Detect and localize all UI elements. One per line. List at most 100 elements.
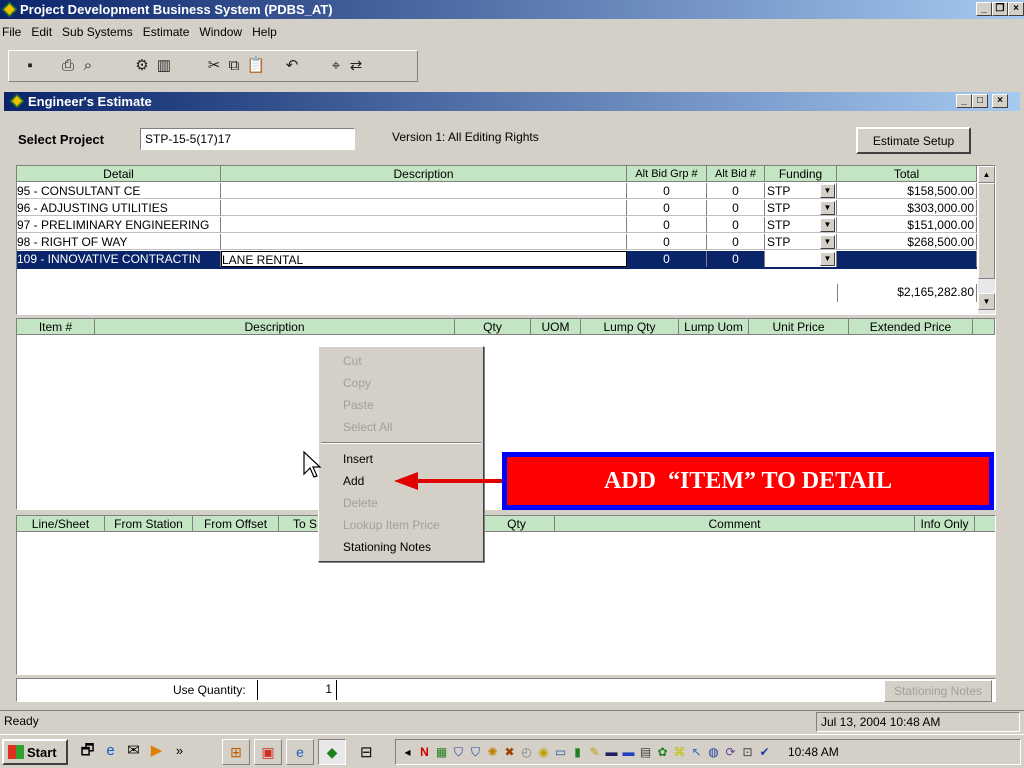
row-total[interactable]: $303,000.00 — [837, 200, 977, 216]
copy-icon[interactable]: ⧉ — [224, 56, 244, 76]
row-description[interactable]: LANE RENTAL — [221, 251, 627, 267]
header-description[interactable]: Description — [221, 166, 627, 182]
funding-dropdown-button[interactable]: ▼ — [820, 201, 835, 215]
internet-explorer-icon[interactable]: e — [103, 743, 118, 758]
web-icon[interactable]: ◍ — [706, 745, 721, 760]
header-comment[interactable]: Comment — [555, 516, 915, 532]
taskbar-app-2[interactable]: ▣ — [254, 739, 282, 765]
pointer-icon[interactable]: ↖ — [689, 745, 704, 760]
monitor-icon[interactable]: ▭ — [553, 745, 568, 760]
row-alt-grp[interactable]: 0 — [627, 251, 707, 267]
battery-icon[interactable]: ▮ — [570, 745, 585, 760]
estimate-minimize-button[interactable]: _ — [956, 94, 972, 108]
header-alt-bid-grp[interactable]: Alt Bid Grp # — [627, 166, 707, 182]
funding-dropdown-button[interactable]: ▼ — [820, 235, 835, 249]
table-row[interactable]: 96 - ADJUSTING UTILITIES 0 0 STP ▼ $303,… — [17, 200, 977, 217]
undo-icon[interactable]: ↶ — [282, 56, 302, 76]
menu-file[interactable]: File — [2, 25, 26, 39]
header-total[interactable]: Total — [837, 166, 977, 182]
menu-edit[interactable]: Edit — [26, 25, 57, 39]
menu-copy[interactable]: Copy — [319, 372, 483, 394]
outlook-icon[interactable]: ✉ — [126, 743, 141, 758]
menu-lookup-item-price[interactable]: Lookup Item Price — [319, 514, 483, 536]
row-alt-grp[interactable]: 0 — [627, 217, 707, 233]
update-icon[interactable]: ◉ — [536, 745, 551, 760]
row-alt-bid[interactable]: 0 — [707, 183, 765, 199]
header-from-offset[interactable]: From Offset — [193, 516, 279, 532]
row-total[interactable]: $268,500.00 — [837, 234, 977, 250]
save-icon[interactable]: ▪ — [20, 56, 40, 76]
header-lump-qty[interactable]: Lump Qty — [581, 319, 679, 335]
find-replace-icon[interactable]: ⇄ — [346, 56, 366, 76]
menu-select-all[interactable]: Select All — [319, 416, 483, 438]
cut-icon[interactable]: ✂ — [204, 56, 224, 76]
tools-icon[interactable]: ✖ — [502, 745, 517, 760]
header-info-only[interactable]: Info Only — [915, 516, 975, 532]
estimate-setup-button[interactable]: Estimate Setup — [856, 127, 971, 154]
mouse-icon[interactable]: ⌘ — [672, 745, 687, 760]
row-total[interactable]: $158,500.00 — [837, 183, 977, 199]
taskbar-app-pdbs[interactable]: ◆ — [318, 739, 346, 765]
calculator-icon[interactable]: ▤ — [638, 745, 653, 760]
stationing-notes-button[interactable]: Stationing Notes — [884, 680, 992, 702]
shield-icon[interactable]: ⛉ — [451, 745, 466, 760]
taskbar-app-3[interactable]: e — [286, 739, 314, 765]
taskbar-clock[interactable]: 10:48 AM — [788, 745, 839, 759]
sync-icon[interactable]: ⟳ — [723, 745, 738, 760]
table-row[interactable]: 95 - CONSULTANT CE 0 0 STP ▼ $158,500.00 — [17, 183, 977, 200]
scroll-thumb[interactable] — [978, 183, 995, 279]
scroll-up-button[interactable]: ▲ — [978, 166, 995, 183]
row-alt-bid[interactable]: 0 — [707, 251, 765, 267]
header-uom[interactable]: UOM — [531, 319, 581, 335]
table-row[interactable]: 98 - RIGHT OF WAY 0 0 STP ▼ $268,500.00 — [17, 234, 977, 251]
desktop-icon[interactable]: 🗗 — [80, 743, 95, 758]
more-icon[interactable]: » — [172, 743, 187, 758]
chart-icon[interactable]: ⊡ — [740, 745, 755, 760]
row-alt-grp[interactable]: 0 — [627, 234, 707, 250]
print-icon[interactable]: ⎙ — [58, 56, 78, 76]
menu-paste[interactable]: Paste — [319, 394, 483, 416]
header-from-station[interactable]: From Station — [105, 516, 193, 532]
menu-stationing-notes[interactable]: Stationing Notes — [319, 536, 483, 558]
app-close-button[interactable]: × — [1008, 2, 1024, 16]
header-funding[interactable]: Funding — [765, 166, 837, 182]
gear-icon[interactable]: ✺ — [485, 745, 500, 760]
display-icon[interactable]: ▬ — [621, 745, 636, 760]
use-quantity-input[interactable]: 1 — [257, 680, 337, 700]
row-detail[interactable]: 97 - PRELIMINARY ENGINEERING — [17, 217, 221, 233]
app-restore-button[interactable]: ❐ — [992, 2, 1008, 16]
globe-icon[interactable]: ✿ — [655, 745, 670, 760]
estimate-maximize-button[interactable]: □ — [972, 94, 988, 108]
row-detail[interactable]: 96 - ADJUSTING UTILITIES — [17, 200, 221, 216]
norton-icon[interactable]: N — [417, 745, 432, 760]
funding-dropdown-button[interactable]: ▼ — [820, 252, 835, 266]
menu-sub-systems[interactable]: Sub Systems — [57, 25, 138, 39]
menu-window[interactable]: Window — [194, 25, 247, 39]
menu-insert[interactable]: Insert — [319, 448, 483, 470]
columns-icon[interactable]: ▥ — [154, 56, 174, 76]
header-alt-bid[interactable]: Alt Bid # — [707, 166, 765, 182]
app-minimize-button[interactable]: _ — [976, 2, 992, 16]
table-row[interactable]: 97 - PRELIMINARY ENGINEERING 0 0 STP ▼ $… — [17, 217, 977, 234]
row-alt-grp[interactable]: 0 — [627, 183, 707, 199]
row-detail[interactable]: 95 - CONSULTANT CE — [17, 183, 221, 199]
row-detail[interactable]: 109 - INNOVATIVE CONTRACTIN — [17, 251, 221, 267]
print-preview-icon[interactable]: ⌕ — [78, 56, 98, 76]
row-description[interactable] — [221, 200, 627, 216]
header-qty[interactable]: Qty — [455, 319, 531, 335]
project-input[interactable]: STP-15-5(17)17 — [140, 128, 355, 150]
header-item-description[interactable]: Description — [95, 319, 455, 335]
table-row-selected[interactable]: 109 - INNOVATIVE CONTRACTIN LANE RENTAL … — [17, 251, 977, 269]
network-icon[interactable]: ▦ — [434, 745, 449, 760]
row-total[interactable]: $151,000.00 — [837, 217, 977, 233]
row-alt-bid[interactable]: 0 — [707, 200, 765, 216]
check-icon[interactable]: ✔ — [757, 745, 772, 760]
menu-delete[interactable]: Delete — [319, 492, 483, 514]
paste-icon[interactable]: 📋 — [246, 56, 266, 76]
row-detail[interactable]: 98 - RIGHT OF WAY — [17, 234, 221, 250]
scroll-down-button[interactable]: ▼ — [978, 293, 995, 310]
row-description[interactable] — [221, 217, 627, 233]
taskbar-app-calc[interactable]: ⊟ — [360, 743, 373, 761]
find-icon[interactable]: ⌖ — [326, 56, 346, 76]
menu-estimate[interactable]: Estimate — [138, 25, 195, 39]
